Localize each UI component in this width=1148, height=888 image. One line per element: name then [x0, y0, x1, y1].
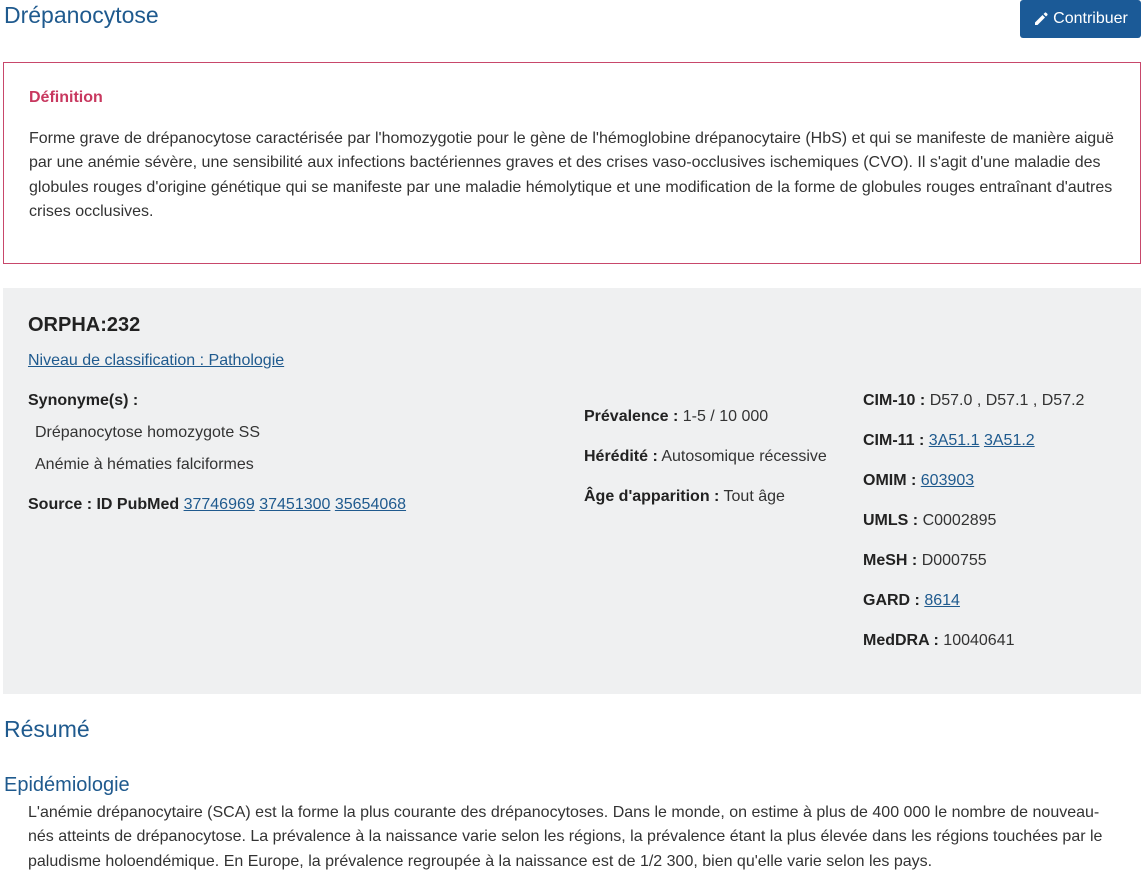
cim11-row: CIM-11 : 3A51.1 3A51.2 — [863, 432, 1035, 450]
synonym-item: Drépanocytose homozygote SS — [35, 424, 261, 441]
cim11-link[interactable]: 3A51.2 — [984, 432, 1035, 449]
definition-text: Forme grave de drépanocytose caractérisé… — [29, 130, 1114, 220]
prevalence-row: Prévalence : 1-5 / 10 000 — [584, 408, 768, 426]
pubmed-link[interactable]: 37746969 — [184, 496, 255, 513]
cim11-label: CIM-11 : — [863, 432, 925, 449]
pubmed-link[interactable]: 37451300 — [259, 496, 330, 513]
pencil-icon — [1035, 12, 1048, 25]
classification-link[interactable]: Niveau de classification : Pathologie — [28, 352, 284, 370]
mesh-row: MeSH : D000755 — [863, 552, 987, 570]
onset-row: Âge d'apparition : Tout âge — [584, 488, 785, 506]
definition-heading: Définition — [29, 89, 103, 106]
heredity-label: Hérédité : — [584, 448, 658, 465]
meddra-label: MedDRA : — [863, 632, 939, 649]
epidemiology-title: Epidémiologie — [4, 774, 130, 796]
cim10-row: CIM-10 : D57.0 , D57.1 , D57.2 — [863, 392, 1084, 410]
cim11-link[interactable]: 3A51.1 — [929, 432, 980, 449]
cim10-label: CIM-10 : — [863, 392, 926, 409]
orpha-code: ORPHA:232 — [28, 314, 141, 336]
synonym-item: Anémie à hématies falciformes — [35, 456, 254, 473]
umls-label: UMLS : — [863, 512, 919, 529]
gard-label: GARD : — [863, 592, 920, 609]
pubmed-link[interactable]: 35654068 — [335, 496, 406, 513]
contribute-button-label: Contribuer — [1053, 10, 1128, 27]
page: Drépanocytose Contribuer Définition Form… — [0, 0, 1148, 888]
heredity-value: Autosomique récessive — [661, 448, 827, 465]
omim-link[interactable]: 603903 — [921, 472, 974, 489]
onset-value: Tout âge — [723, 488, 785, 505]
onset-label: Âge d'apparition : — [584, 488, 720, 505]
meddra-value: 10040641 — [943, 632, 1015, 649]
umls-row: UMLS : C0002895 — [863, 512, 996, 530]
source-label: Source : ID PubMed — [28, 496, 180, 513]
cim10-value: D57.0 , D57.1 , D57.2 — [929, 392, 1085, 409]
synonyms-label: Synonyme(s) : — [28, 392, 139, 409]
disease-info-panel: ORPHA:232 Niveau de classification : Pat… — [3, 288, 1141, 694]
omim-label: OMIM : — [863, 472, 917, 489]
definition-box: Définition Forme grave de drépanocytose … — [3, 62, 1141, 264]
gard-link[interactable]: 8614 — [924, 592, 960, 609]
umls-value: C0002895 — [922, 512, 997, 529]
summary-title: Résumé — [4, 716, 90, 742]
prevalence-label: Prévalence : — [584, 408, 679, 425]
source-row: Source : ID PubMed 37746969 37451300 356… — [28, 496, 406, 514]
contribute-button[interactable]: Contribuer — [1020, 0, 1141, 38]
epidemiology-text: L'anémie drépanocytaire (SCA) est la for… — [28, 804, 1103, 870]
gard-row: GARD : 8614 — [863, 592, 960, 610]
omim-row: OMIM : 603903 — [863, 472, 974, 490]
heredity-row: Hérédité : Autosomique récessive — [584, 448, 827, 466]
mesh-value: D000755 — [921, 552, 987, 569]
page-title: Drépanocytose — [4, 2, 159, 28]
prevalence-value: 1-5 / 10 000 — [682, 408, 769, 425]
meddra-row: MedDRA : 10040641 — [863, 632, 1014, 650]
mesh-label: MeSH : — [863, 552, 918, 569]
